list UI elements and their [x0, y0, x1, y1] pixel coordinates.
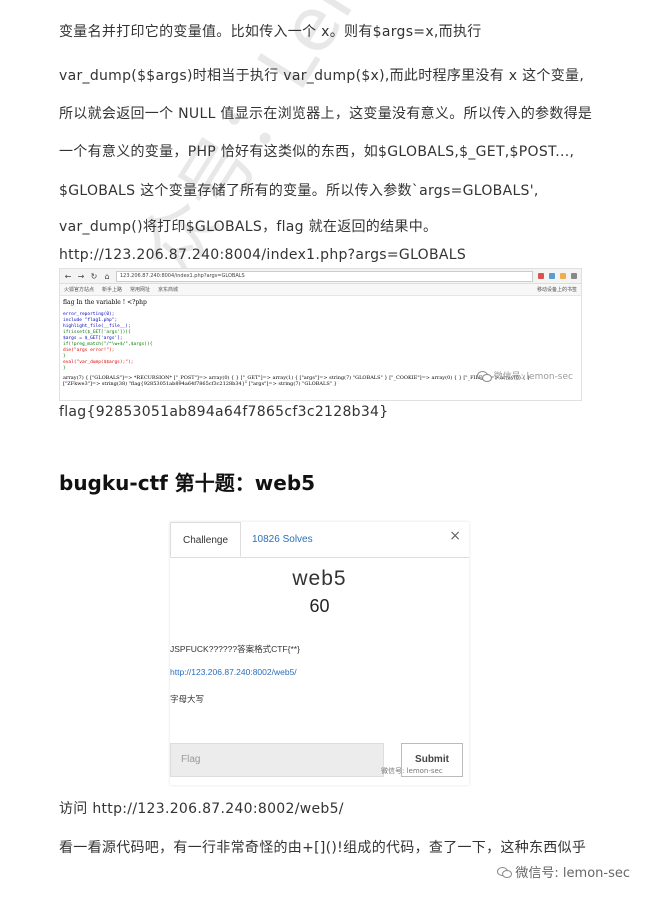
address-bar[interactable]: 123.206.87.240:8004/index1.php?args=GLOB…: [116, 270, 533, 282]
bottom-watermark: 微信号: lemon-sec: [497, 862, 630, 881]
flag-input[interactable]: Flag: [170, 743, 384, 777]
paragraph-line: 所以就会返回一个 NULL 值显示在浏览器上，这变量没有意义。所以传入的参数得是: [59, 106, 593, 122]
source-code: error_reporting(0); include "flag1.php";…: [63, 312, 578, 372]
flag-line: flag{92853051ab894a64f7865cf3c2128b34}: [59, 404, 389, 420]
bookmarks-bar: 火狐官方站点 新手上路 常用网址 京东商城 移动设备上的书签: [60, 284, 581, 296]
addon-icon[interactable]: [538, 273, 544, 279]
back-icon[interactable]: ←: [64, 272, 72, 281]
page-heading: flag In the variable ! <?php: [63, 299, 147, 306]
home-icon[interactable]: ⌂: [103, 272, 111, 281]
tab-challenge[interactable]: Challenge: [170, 522, 241, 557]
forward-icon[interactable]: →: [77, 272, 85, 281]
addon-icon[interactable]: [560, 273, 566, 279]
section-heading: bugku-ctf 第十题：web5: [59, 471, 316, 495]
paragraph-line: var_dump()将打印$GLOBALS，flag 就在返回的结果中。: [59, 219, 438, 235]
wechat-icon: [476, 370, 492, 382]
browser-toolbar: ← → ↻ ⌂ 123.206.87.240:8004/index1.php?a…: [60, 269, 581, 284]
challenge-modal: Challenge 10826 Solves × web5 60 JSPFUCK…: [170, 522, 469, 785]
bookmark-item[interactable]: 火狐官方站点: [64, 286, 94, 293]
bookmark-item[interactable]: 京东商城: [158, 286, 178, 293]
browser-screenshot: ← → ↻ ⌂ 123.206.87.240:8004/index1.php?a…: [59, 268, 582, 401]
addon-icon[interactable]: [549, 273, 555, 279]
tab-solves[interactable]: 10826 Solves: [252, 522, 313, 558]
paragraph-line: var_dump($$args)时相当于执行 var_dump($x),而此时程…: [59, 68, 585, 84]
challenge-description: JSPFUCK??????答案格式CTF{**}: [170, 644, 300, 654]
paragraph-line: 看一看源代码吧，有一行非常奇怪的由+[]()!组成的代码，查了一下，这种东西似乎: [59, 840, 587, 856]
paragraph-line: 访问 http://123.206.87.240:8002/web5/: [59, 801, 344, 817]
url-line: http://123.206.87.240:8004/index1.php?ar…: [59, 247, 467, 263]
wechat-watermark: 微信号: lemon-sec: [476, 369, 573, 382]
bookmark-item[interactable]: 新手上路: [102, 286, 122, 293]
challenge-link[interactable]: http://123.206.87.240:8002/web5/: [170, 667, 297, 677]
menu-icon[interactable]: [571, 273, 577, 279]
mobile-bookmarks[interactable]: 移动设备上的书签: [537, 286, 577, 293]
wechat-icon: [497, 866, 513, 878]
challenge-name: web5: [292, 567, 347, 590]
paragraph-line: 变量名并打印它的变量值。比如传入一个 x。则有$args=x,而执行: [59, 24, 482, 40]
modal-watermark: 微信号: lemon-sec: [381, 767, 443, 775]
paragraph-line: $GLOBALS 这个变量存储了所有的变量。所以传入参数`args=GLOBAL…: [59, 183, 539, 199]
modal-tabs: Challenge 10826 Solves ×: [170, 522, 469, 558]
challenge-note: 字母大写: [170, 694, 205, 704]
paragraph-line: 一个有意义的变量，PHP 恰好有这类似的东西，如$GLOBALS,$_GET,$…: [59, 144, 575, 160]
bookmark-item[interactable]: 常用网址: [130, 286, 150, 293]
close-icon[interactable]: ×: [449, 528, 461, 544]
challenge-value: 60: [309, 596, 330, 616]
reload-icon[interactable]: ↻: [90, 272, 98, 281]
